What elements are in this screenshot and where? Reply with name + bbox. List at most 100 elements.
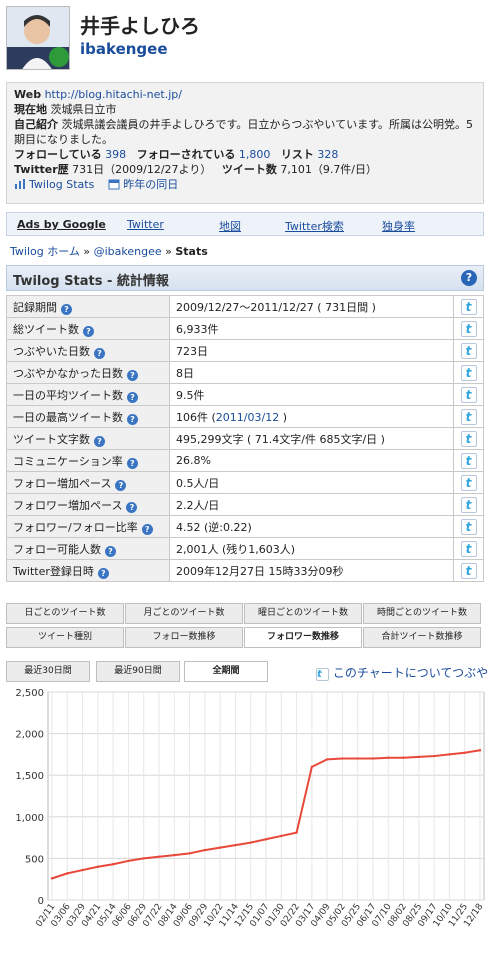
breadcrumb-user[interactable]: @ibakengee: [94, 245, 162, 258]
help-icon[interactable]: ?: [141, 523, 153, 535]
lists-count[interactable]: 328: [317, 148, 338, 161]
stats-value-cell: 106件 (2011/03/12 ): [169, 405, 454, 428]
screen-name-link[interactable]: ibakengee: [80, 40, 168, 58]
help-icon[interactable]: ?: [127, 413, 138, 425]
twitter-share-icon[interactable]: t: [460, 562, 477, 579]
breadcrumb: Twilog ホーム » @ibakengee » Stats: [10, 243, 208, 259]
tweets-value: 7,101（9.7件/日）: [280, 163, 378, 176]
data-point: [325, 758, 329, 761]
twitter-share-icon[interactable]: t: [460, 452, 477, 469]
twitter-share-icon[interactable]: t: [460, 364, 477, 381]
stats-label: 記録期間: [13, 300, 57, 314]
help-icon[interactable]: ?: [126, 501, 138, 513]
stats-value: 26.8%: [176, 454, 211, 467]
data-point: [371, 757, 375, 760]
avatar-image: [7, 7, 69, 69]
chart-tab[interactable]: 日ごとのツイート数: [6, 603, 124, 624]
following-count[interactable]: 398: [105, 148, 126, 161]
twitter-share-icon[interactable]: t: [460, 430, 477, 447]
data-point: [402, 756, 405, 759]
twitter-share-icon[interactable]: t: [460, 474, 477, 491]
ads-by-google[interactable]: Ads by Google: [17, 218, 106, 231]
stats-value-link[interactable]: 2011/03/12: [216, 411, 279, 424]
tweet-chart-link[interactable]: t このチャートについてつぶやく: [316, 664, 489, 681]
last-year-link[interactable]: 昨年の同日: [123, 178, 178, 191]
stats-row: フォロワー増加ペース? 2.2人/日 t: [6, 493, 484, 516]
bio-text: 茨城県議会議員の井手よしひろです。日立からつぶやいています。所属は公明党。5期目…: [14, 118, 473, 146]
ad-link-twitter[interactable]: Twitter: [127, 218, 164, 231]
data-point: [218, 846, 222, 849]
history-value: 731日（2009/12/27より）: [72, 163, 212, 176]
tweets-label: ツイート数: [221, 163, 277, 176]
stats-table: 記録期間? 2009/12/27〜2011/12/27 ( 731日間 ) t 総ツイ…: [6, 295, 484, 582]
help-icon[interactable]: ?: [127, 391, 138, 403]
profile-box: Web http://blog.hitachi-net.jp/ 現在地 茨城県日…: [6, 82, 484, 204]
help-icon[interactable]: ?: [126, 457, 138, 469]
stats-row: つぶやいた日数? 723日 t: [6, 339, 484, 362]
stats-value-cell: 495,299文字 ( 71.4文字/件 685文字/日 ): [169, 427, 454, 450]
ad-link-single-rate[interactable]: 独身率: [382, 218, 415, 234]
y-tick-label: 0: [38, 896, 44, 907]
help-icon[interactable]: ?: [127, 369, 138, 381]
twitter-share-icon[interactable]: t: [460, 298, 477, 315]
help-icon[interactable]: ?: [83, 325, 94, 337]
stats-label: コミュニケーション率: [13, 454, 123, 468]
stats-value: 495,299文字 ( 71.4文字/件 685文字/日 ): [176, 432, 385, 446]
data-point: [478, 749, 482, 752]
stats-value: 8日: [176, 366, 194, 380]
twitter-share-icon[interactable]: t: [460, 540, 477, 557]
help-icon[interactable]: ?: [105, 545, 116, 557]
stats-value: 2009年12月27日 15時33分09秒: [176, 564, 344, 578]
chart-tab[interactable]: フォロー数推移: [125, 627, 243, 648]
twitter-share-icon[interactable]: t: [460, 496, 477, 513]
range-30-days-button[interactable]: 最近30日間: [6, 661, 90, 682]
twilog-stats-link[interactable]: Twilog Stats: [29, 178, 94, 191]
tweet-cell: t: [453, 317, 484, 340]
chart-tab[interactable]: ツイート種別: [6, 627, 124, 648]
chart-tab[interactable]: 合計ツイート数推移: [363, 627, 481, 648]
followers-count[interactable]: 1,800: [239, 148, 271, 161]
help-icon[interactable]: ?: [94, 347, 105, 359]
stats-key-cell: 総ツイート数?: [6, 317, 170, 340]
web-link[interactable]: http://blog.hitachi-net.jp/: [45, 88, 182, 101]
help-icon[interactable]: ?: [94, 435, 105, 447]
twitter-share-icon[interactable]: t: [460, 518, 477, 535]
chart-tab[interactable]: 時間ごとのツイート数: [363, 603, 481, 624]
data-point: [295, 831, 298, 834]
tweet-cell: t: [453, 449, 484, 472]
breadcrumb-separator: »: [83, 245, 91, 258]
avatar[interactable]: [6, 6, 70, 70]
twitter-share-icon[interactable]: t: [460, 386, 477, 403]
stats-value: 4.52 (逆:0.22): [176, 520, 252, 534]
stats-value: 2,001人 (残り1,603人): [176, 542, 296, 556]
history-label: Twitter歴: [14, 163, 69, 176]
tweet-cell: t: [453, 405, 484, 428]
stats-value: 2.2人/日: [176, 498, 220, 512]
stats-key-cell: つぶやいた日数?: [6, 339, 170, 362]
chart-tab[interactable]: フォロワー数推移: [244, 627, 362, 648]
help-icon[interactable]: ?: [61, 303, 72, 315]
tweet-cell: t: [453, 537, 484, 560]
tweet-cell: t: [453, 493, 484, 516]
stats-row: 記録期間? 2009/12/27〜2011/12/27 ( 731日間 ) t: [6, 295, 484, 318]
stats-value: 723日: [176, 344, 208, 358]
stats-row: フォロー可能人数? 2,001人 (残り1,603人) t: [6, 537, 484, 560]
help-icon[interactable]: ?: [115, 479, 127, 491]
ad-link-map[interactable]: 地図: [219, 218, 241, 234]
stats-row: フォロワー/フォロー比率? 4.52 (逆:0.22) t: [6, 515, 484, 538]
twitter-share-icon[interactable]: t: [460, 320, 477, 337]
twitter-share-icon[interactable]: t: [460, 342, 477, 359]
help-icon[interactable]: ?: [97, 567, 109, 579]
ad-link-twitter-search[interactable]: Twitter検索: [285, 218, 344, 234]
breadcrumb-home[interactable]: Twilog ホーム: [10, 245, 80, 258]
range-all-button[interactable]: 全期間: [184, 661, 268, 682]
range-90-days-button[interactable]: 最近90日間: [96, 661, 180, 682]
location-value: 茨城県日立市: [50, 103, 117, 116]
help-icon[interactable]: ?: [461, 270, 477, 286]
stats-label: フォロー増加ペース: [13, 476, 112, 490]
twitter-share-icon[interactable]: t: [460, 408, 477, 425]
stats-label: つぶやいた日数: [13, 344, 90, 358]
stats-value-cell: 8日: [169, 361, 454, 384]
chart-tab[interactable]: 月ごとのツイート数: [125, 603, 243, 624]
chart-tab[interactable]: 曜日ごとのツイート数: [244, 603, 362, 624]
